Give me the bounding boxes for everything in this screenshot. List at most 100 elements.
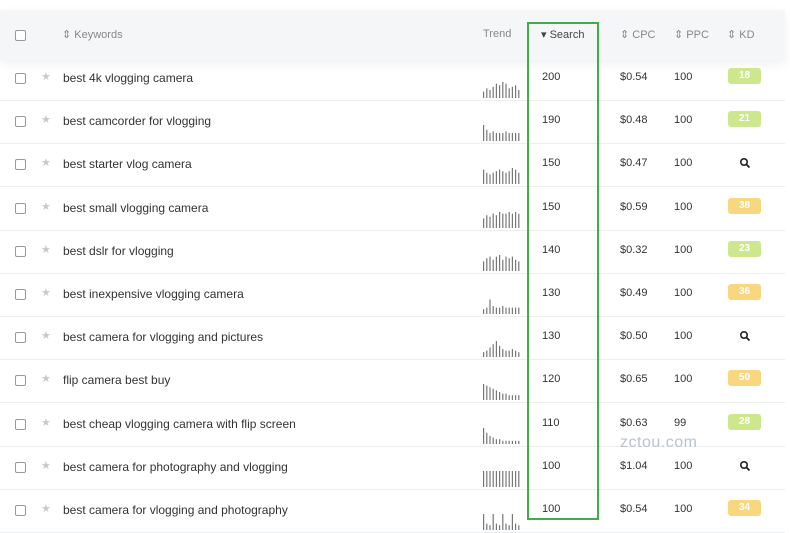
- column-header-ppc[interactable]: ⇕ PPC: [674, 28, 709, 41]
- trend-bar: [492, 344, 494, 358]
- star-icon[interactable]: ★: [41, 417, 51, 429]
- row-checkbox[interactable]: [15, 505, 26, 516]
- cpc-value: $0.63: [620, 416, 648, 429]
- row-checkbox[interactable]: [15, 202, 26, 214]
- row-checkbox[interactable]: [15, 332, 26, 344]
- star-icon[interactable]: ★: [41, 288, 51, 299]
- table-row: ★ best camera for photography and vloggin…: [0, 446, 785, 490]
- trend-bar: [515, 523, 517, 530]
- row-checkbox[interactable]: [15, 418, 26, 430]
- ppc-value: 100: [674, 200, 693, 213]
- trend-sparkline: [483, 80, 523, 98]
- star-icon[interactable]: ★: [41, 244, 51, 256]
- ppc-value: 100: [674, 157, 693, 170]
- trend-sparkline: [483, 253, 523, 271]
- trend-bar: [486, 432, 488, 444]
- search-volume: 140: [542, 243, 561, 256]
- star-icon[interactable]: ★: [41, 72, 51, 83]
- trend-sparkline: [483, 166, 523, 185]
- trend-bar: [483, 427, 485, 444]
- trend-sparkline: [483, 339, 523, 358]
- column-header-cpc[interactable]: ⇕ CPC: [620, 28, 656, 41]
- keyword-text[interactable]: best small vlogging camera: [63, 201, 208, 215]
- keyword-text[interactable]: best starter vlog camera: [63, 157, 192, 171]
- row-checkbox[interactable]: [15, 289, 26, 300]
- keyword-text[interactable]: best cheap vlogging camera with flip scr…: [63, 417, 296, 431]
- ppc-value: 100: [674, 459, 693, 472]
- trend-bar: [508, 470, 510, 487]
- trend-sparkline: [483, 426, 523, 444]
- ppc-value: 100: [674, 373, 693, 386]
- trend-bar: [508, 171, 510, 185]
- keyword-text[interactable]: best camera for vlogging and pictures: [63, 330, 263, 344]
- ppc-value: 100: [674, 243, 693, 256]
- keyword-text[interactable]: best dslr for vlogging: [63, 244, 174, 258]
- trend-bar: [486, 523, 488, 530]
- trend-bar: [492, 86, 494, 98]
- row-checkbox[interactable]: [15, 116, 26, 128]
- star-icon[interactable]: ★: [41, 201, 51, 213]
- trend-bar: [515, 307, 517, 314]
- trend-bar: [511, 86, 513, 98]
- trend-bar: [515, 169, 517, 185]
- keyword-text[interactable]: best inexpensive vlogging camera: [63, 287, 244, 301]
- trend-bar: [502, 349, 504, 358]
- search-volume: 200: [542, 71, 561, 83]
- row-checkbox[interactable]: [15, 73, 26, 84]
- trend-bar: [489, 470, 491, 487]
- trend-bar: [499, 211, 501, 228]
- trend-bar: [515, 259, 517, 271]
- trend-bar: [489, 435, 491, 444]
- keyword-text[interactable]: best 4k vlogging camera: [63, 71, 193, 85]
- kd-search-icon[interactable]: [728, 458, 761, 474]
- trend-bar: [511, 440, 513, 444]
- table-row: ★ best inexpensive vlogging camera 130 $0.4…: [0, 273, 785, 317]
- trend-bar: [511, 213, 513, 228]
- trend-bar: [483, 169, 485, 185]
- keyword-text[interactable]: flip camera best buy: [63, 373, 170, 387]
- trend-bar: [502, 514, 504, 530]
- trend-bar: [505, 307, 507, 314]
- search-volume: 150: [542, 200, 561, 213]
- keyword-text[interactable]: best camera for photography and vlogging: [63, 460, 288, 474]
- column-header-keywords[interactable]: ⇕ Keywords: [62, 28, 123, 41]
- keyword-text[interactable]: best camcorder for vlogging: [63, 114, 211, 128]
- trend-bar: [505, 213, 507, 228]
- trend-bar: [515, 470, 517, 487]
- trend-bar: [505, 83, 507, 98]
- trend-bar: [505, 256, 507, 271]
- trend-bar: [508, 440, 510, 444]
- search-volume: 120: [542, 373, 561, 386]
- trend-bar: [508, 88, 510, 98]
- trend-bar: [502, 393, 504, 401]
- kd-search-icon[interactable]: [728, 155, 761, 171]
- star-icon[interactable]: ★: [41, 504, 51, 515]
- trend-bar: [502, 259, 504, 271]
- trend-bar: [489, 174, 491, 185]
- column-header-search[interactable]: ▾ Search: [541, 28, 584, 41]
- trend-bar: [486, 88, 488, 98]
- row-checkbox[interactable]: [15, 159, 26, 171]
- row-checkbox[interactable]: [15, 461, 26, 473]
- trend-bar: [511, 349, 513, 358]
- ppc-value: 100: [674, 330, 693, 343]
- kd-search-icon[interactable]: [728, 328, 761, 344]
- keyword-text[interactable]: best camera for vlogging and photography: [63, 503, 288, 517]
- row-checkbox[interactable]: [15, 375, 26, 387]
- trend-bar: [483, 125, 485, 142]
- column-header-kd[interactable]: ⇕ KD: [727, 28, 755, 41]
- row-checkbox[interactable]: [15, 245, 26, 257]
- trend-sparkline: [483, 210, 523, 228]
- star-icon[interactable]: ★: [41, 374, 51, 385]
- star-icon[interactable]: ★: [41, 115, 51, 126]
- select-all-checkbox[interactable]: [15, 30, 26, 41]
- star-icon[interactable]: ★: [41, 331, 51, 342]
- trend-bar: [508, 133, 510, 142]
- trend-bar: [518, 470, 520, 487]
- star-icon[interactable]: ★: [41, 460, 51, 472]
- trend-bar: [511, 395, 513, 401]
- star-icon[interactable]: ★: [41, 158, 51, 169]
- ppc-value: 100: [674, 71, 693, 83]
- trend-bar: [492, 514, 494, 530]
- ppc-value: 100: [674, 287, 693, 299]
